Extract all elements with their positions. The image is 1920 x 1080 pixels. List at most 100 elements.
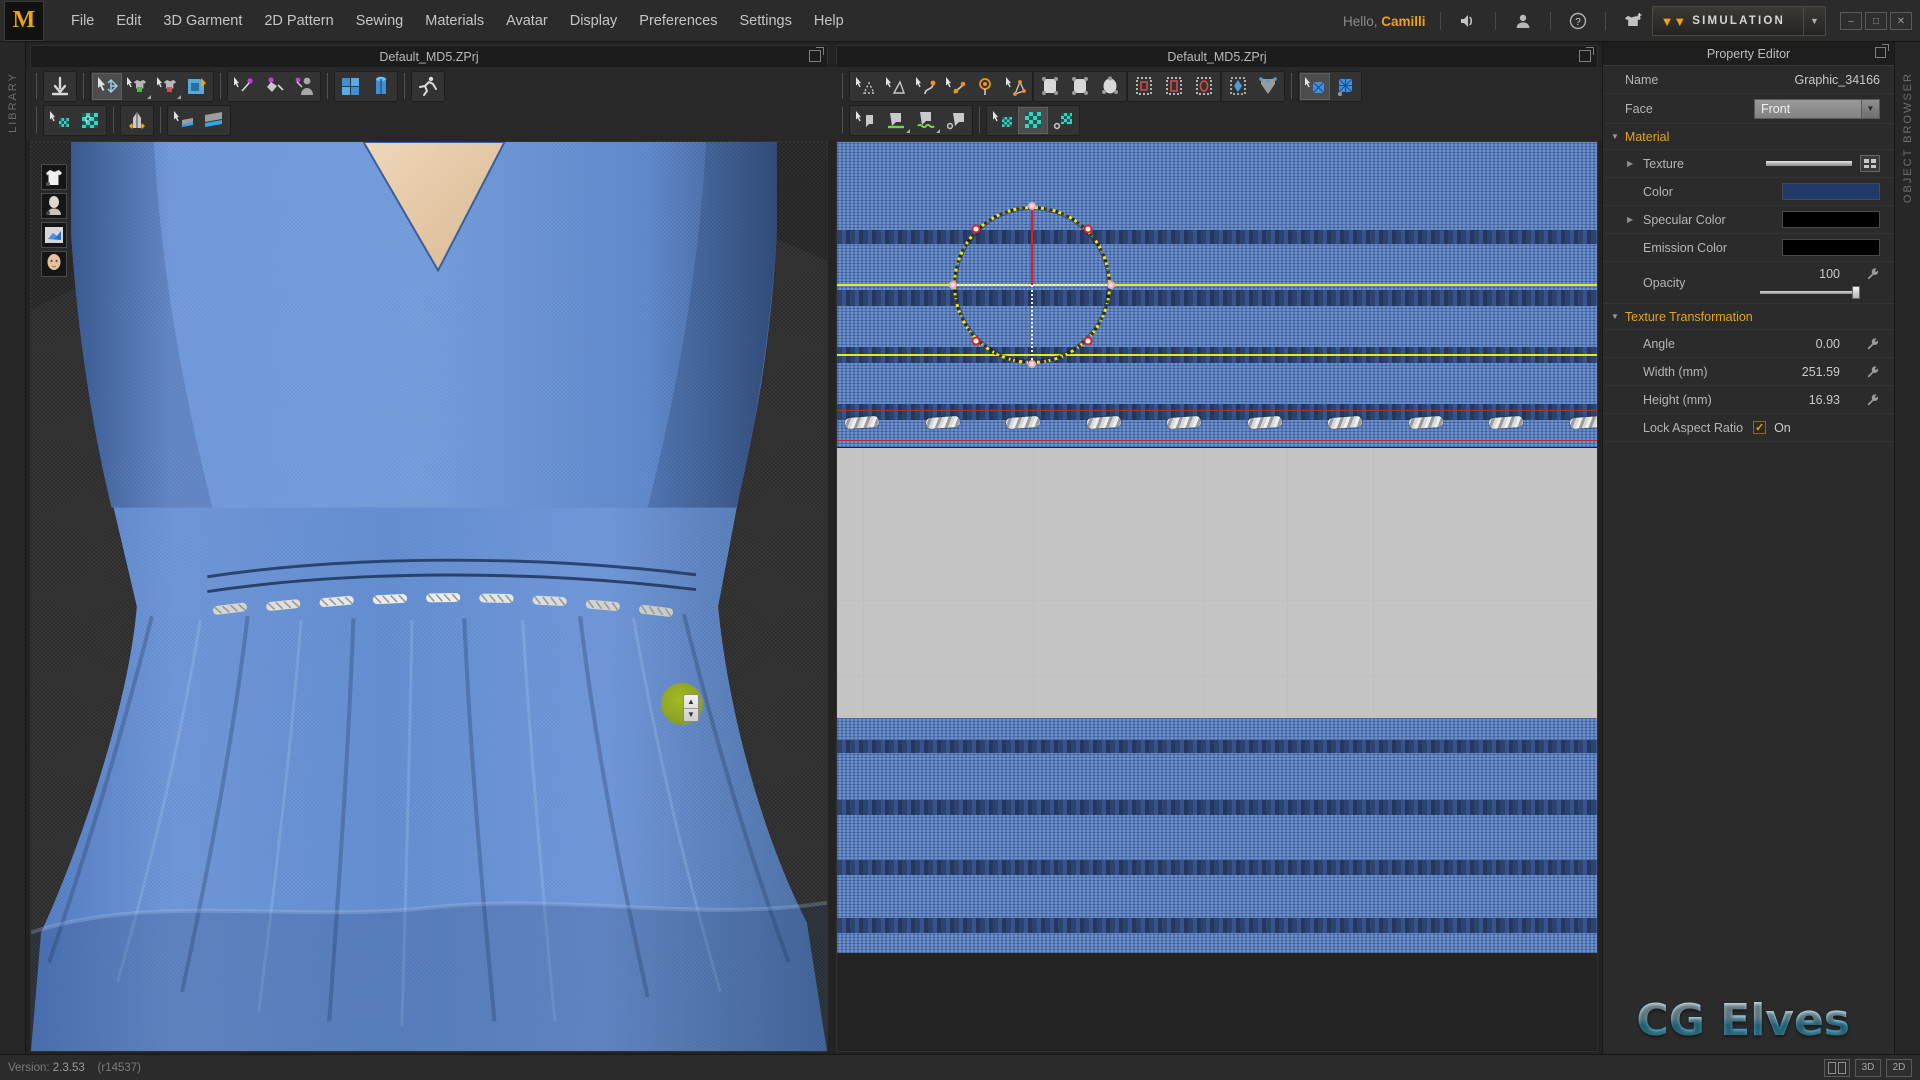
menu-materials[interactable]: Materials [414, 7, 495, 35]
unfold-arrange-tool[interactable] [182, 73, 212, 100]
app-logo[interactable]: M [4, 0, 44, 41]
gizmo-garment-tool[interactable] [366, 73, 396, 100]
wrench-icon[interactable] [1866, 267, 1880, 281]
select-panel-tool[interactable] [169, 107, 199, 134]
view-3d-button[interactable]: 3D [1855, 1058, 1881, 1077]
gizmo-handle-bottom-left[interactable] [971, 336, 981, 346]
gizmo-handle-bottom[interactable] [1028, 360, 1036, 368]
menu-3d-garment[interactable]: 3D Garment [152, 7, 253, 35]
add-garment-icon[interactable] [1618, 6, 1648, 36]
free-sewing-tool[interactable] [911, 107, 941, 134]
polygon-tool[interactable] [1001, 73, 1031, 100]
wrench-icon[interactable] [1866, 365, 1880, 379]
simulation-button[interactable]: ▼▼ SIMULATION ▼ [1651, 6, 1826, 36]
dart-tool[interactable] [1223, 73, 1253, 100]
avatar-face-thumbnail[interactable] [41, 251, 67, 277]
select-graphic-tool[interactable] [1300, 72, 1330, 100]
menu-help[interactable]: Help [803, 7, 855, 35]
circle-pattern-tool[interactable] [1065, 73, 1095, 100]
popout-icon[interactable] [1875, 44, 1889, 58]
minimize-button[interactable]: – [1840, 12, 1862, 30]
opacity-slider[interactable] [1760, 285, 1860, 299]
object-browser-tab[interactable]: OBJECT BROWSER [1894, 42, 1920, 1054]
stepper-up-icon[interactable]: ▲ [684, 695, 698, 709]
edit-sewing-tool[interactable] [941, 107, 971, 134]
gizmo-handle-bottom-right[interactable] [1083, 336, 1093, 346]
avatar-head-thumbnail[interactable] [41, 193, 67, 219]
maximize-button[interactable]: □ [1865, 12, 1887, 30]
menu-settings[interactable]: Settings [728, 7, 802, 35]
section-texture-transformation[interactable]: ▼ Texture Transformation [1603, 304, 1894, 330]
viewport-3d[interactable]: ▲ ▼ [30, 141, 828, 1052]
edit-curve-point-tool[interactable] [911, 73, 941, 100]
gizmo-rotation-handle-line[interactable] [1031, 206, 1033, 285]
wrench-icon[interactable] [1866, 393, 1880, 407]
ellipse-pattern-tool[interactable] [1095, 73, 1125, 100]
menu-2d-pattern[interactable]: 2D Pattern [253, 7, 344, 35]
place-texture-tool[interactable]: P [75, 107, 105, 134]
adjust-texture-2d-tool[interactable] [1048, 107, 1078, 134]
fabric-swatch-thumbnail[interactable] [41, 222, 67, 248]
pin-select-tool[interactable] [229, 73, 259, 100]
chevron-down-icon[interactable]: ▼ [1861, 99, 1879, 118]
texture-transform-gizmo[interactable] [949, 202, 1115, 368]
add-point-split-tool[interactable] [941, 73, 971, 100]
menu-preferences[interactable]: Preferences [628, 7, 728, 35]
color-swatch[interactable] [1782, 183, 1880, 200]
import-arrow-tool[interactable] [45, 73, 75, 100]
edit-pattern-tool[interactable] [851, 73, 881, 100]
avatar-pin-tool[interactable] [289, 73, 319, 100]
inner-rectangle-tool[interactable] [1129, 73, 1159, 100]
width-value[interactable]: 251.59 [1802, 365, 1840, 379]
inner-circle-tool[interactable] [1189, 73, 1219, 100]
popout-icon[interactable] [809, 47, 824, 62]
rotate-point-tool[interactable] [971, 73, 1001, 100]
select-sewing-tool[interactable] [851, 107, 881, 134]
specular-color-swatch[interactable] [1782, 211, 1880, 228]
split-view-button[interactable] [1824, 1058, 1850, 1077]
menu-file[interactable]: File [60, 7, 105, 35]
emission-color-swatch[interactable] [1782, 239, 1880, 256]
garment-thumbnail[interactable] [41, 164, 67, 190]
angle-value[interactable]: 0.00 [1816, 337, 1840, 351]
pin-place-tool[interactable] [259, 73, 289, 100]
fold-panel-tool[interactable] [199, 107, 229, 134]
select-texture-tool[interactable] [45, 107, 75, 134]
section-material[interactable]: ▼ Material [1603, 124, 1894, 150]
value-stepper[interactable]: ▲ ▼ [683, 694, 699, 722]
gizmo-handle-top-left[interactable] [971, 224, 981, 234]
menu-display[interactable]: Display [559, 7, 629, 35]
menu-edit[interactable]: Edit [105, 7, 152, 35]
view-2d-button[interactable]: 2D [1886, 1058, 1912, 1077]
inner-polygon-tool[interactable] [1159, 73, 1189, 100]
edit-texture-2d-tool[interactable] [1018, 106, 1048, 134]
close-button[interactable]: ✕ [1890, 12, 1912, 30]
transform-graphic-tool[interactable] [1330, 73, 1360, 100]
library-tab[interactable]: LIBRARY [0, 42, 26, 1054]
wrench-icon[interactable] [1866, 337, 1880, 351]
rectangle-pattern-tool[interactable] [1035, 73, 1065, 100]
chevron-right-icon[interactable]: ▶ [1627, 215, 1633, 224]
zipper-tool[interactable] [122, 107, 152, 134]
gizmo-handle-left[interactable] [949, 281, 957, 289]
transform-garment-tool[interactable] [92, 72, 122, 100]
select-texture-2d-tool[interactable] [988, 107, 1018, 134]
simulation-dropdown-arrow[interactable]: ▼ [1803, 7, 1825, 35]
animation-run-tool[interactable] [413, 73, 443, 100]
opacity-value[interactable]: 100 [1819, 267, 1840, 281]
height-value[interactable]: 16.93 [1809, 393, 1840, 407]
chevron-right-icon[interactable]: ▶ [1627, 159, 1633, 168]
speaker-icon[interactable] [1453, 6, 1483, 36]
gizmo-handle-top[interactable] [1028, 202, 1036, 210]
gizmo-handle-top-right[interactable] [1083, 224, 1093, 234]
gizmo-handle-right[interactable] [1107, 281, 1115, 289]
texture-preview-bar[interactable] [1766, 161, 1852, 166]
help-icon[interactable]: ? [1563, 6, 1593, 36]
stepper-down-icon[interactable]: ▼ [684, 709, 698, 722]
lock-aspect-ratio-checkbox[interactable]: ✓ [1753, 421, 1767, 434]
pattern-panel-grey[interactable] [837, 448, 1597, 718]
viewport-2d[interactable] [836, 141, 1598, 1052]
face-combobox[interactable]: Front ▼ [1754, 98, 1880, 119]
popout-icon[interactable] [1579, 47, 1594, 62]
select-mesh-box-tool[interactable] [152, 73, 182, 100]
